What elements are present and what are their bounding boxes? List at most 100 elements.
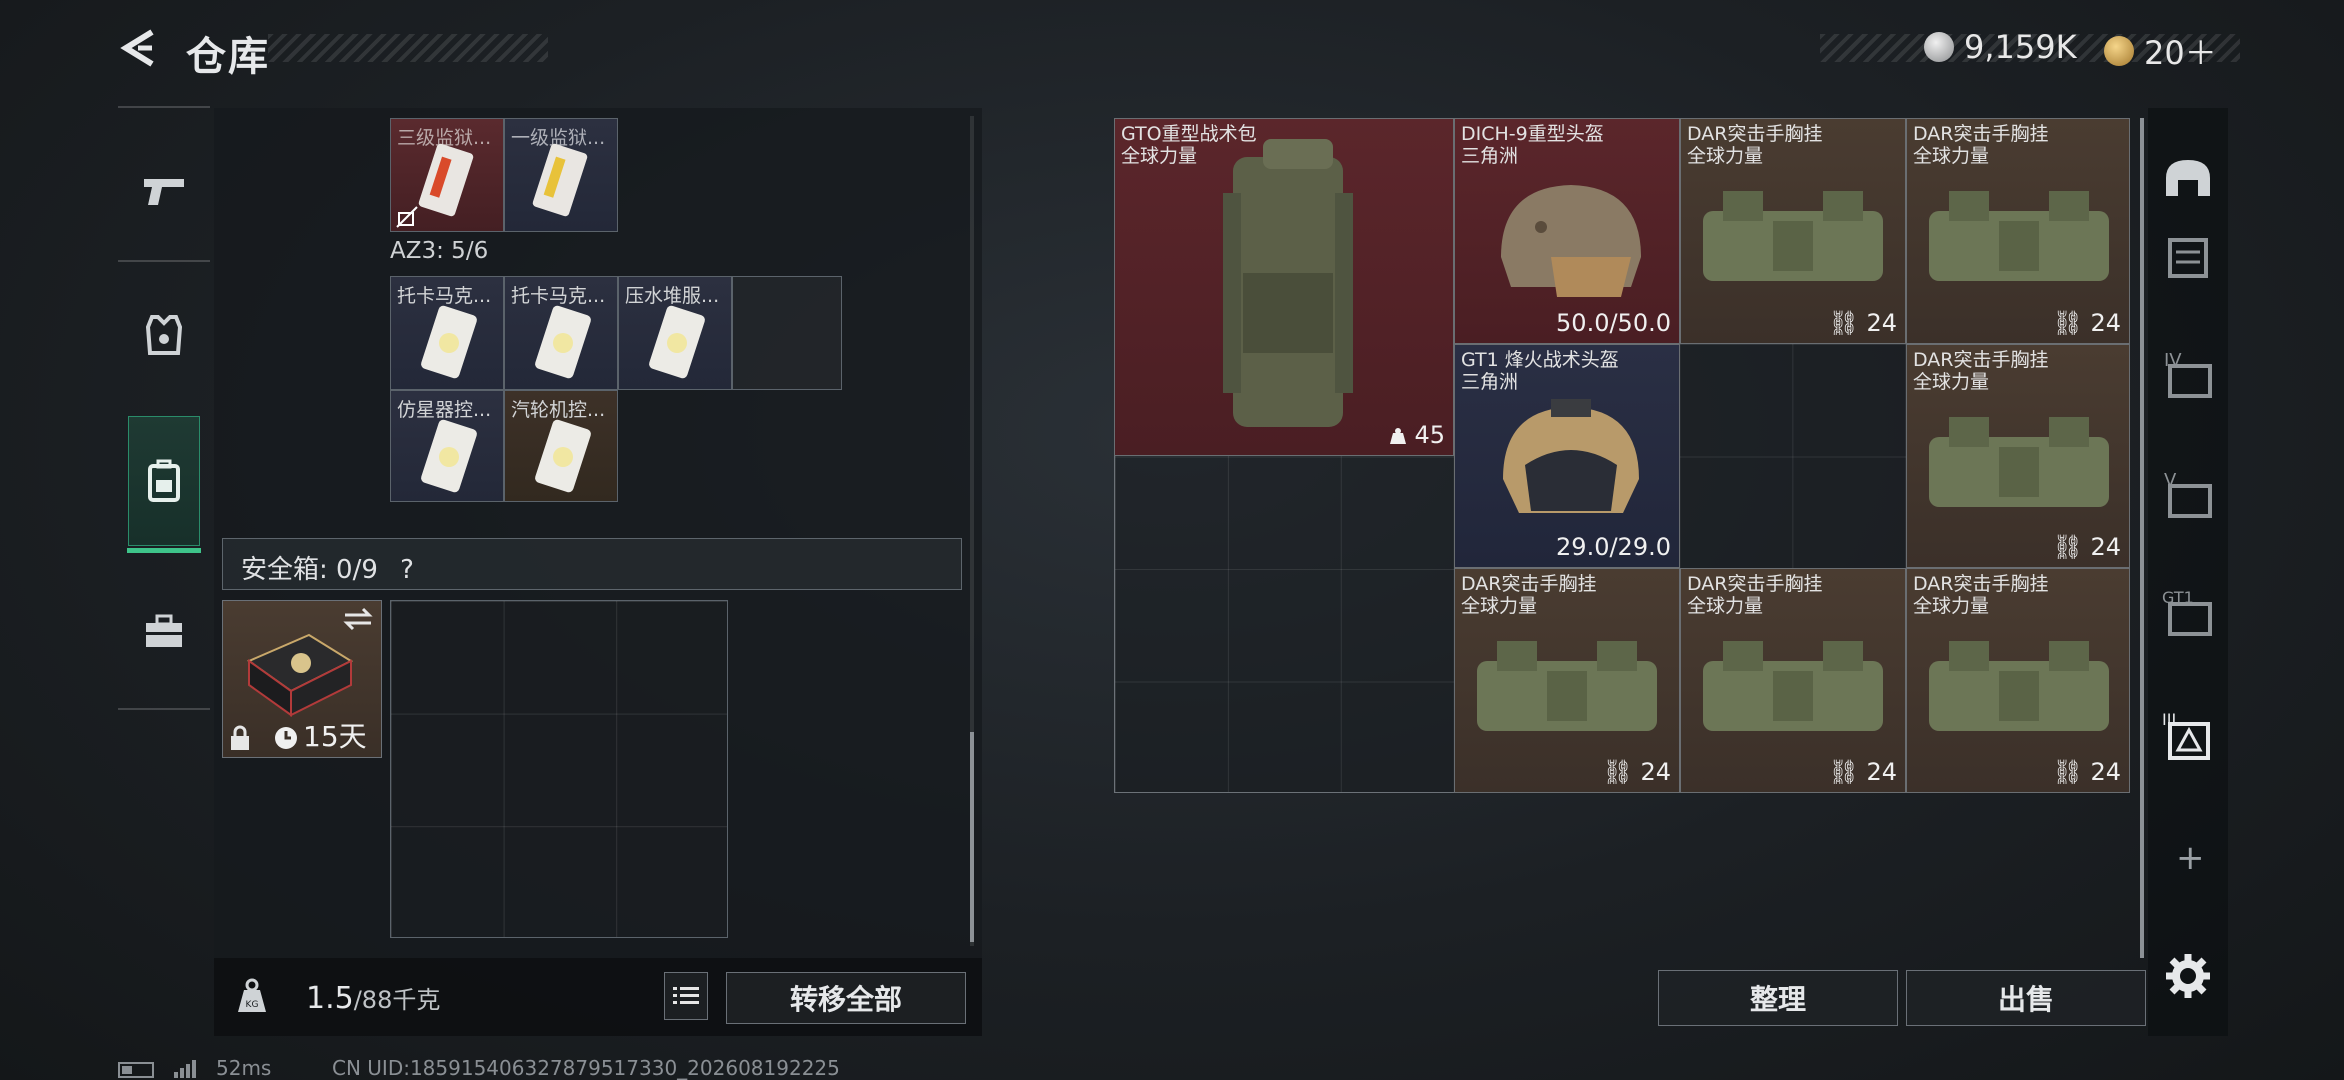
item-slot[interactable]: 汽轮机控...	[504, 390, 618, 502]
item-name: GT1 烽火战术头盔 三角洲	[1461, 349, 1619, 393]
item-capacity: 45	[1389, 421, 1445, 449]
capacity-icon: ⛓	[2052, 309, 2083, 337]
stash-tab-iii-active[interactable]: III	[2160, 710, 2216, 766]
armor-vest-icon	[145, 315, 183, 355]
svg-text:KG: KG	[246, 1000, 259, 1010]
safe-box-bar: 安全箱: 0/9 ?	[222, 538, 962, 590]
stash-item-vest[interactable]: DAR突击手胸挂 全球力量 ⛓ 24	[1680, 568, 1906, 793]
keycard-icon	[418, 143, 474, 217]
transfer-all-button[interactable]: 转移全部	[726, 972, 966, 1024]
backpack-item-icon	[1223, 139, 1353, 427]
item-name: DAR突击手胸挂 全球力量	[1461, 573, 1597, 617]
nav-divider	[118, 106, 210, 108]
safe-box-grid[interactable]	[390, 600, 728, 938]
item-name: DAR突击手胸挂 全球力量	[1687, 573, 1823, 617]
silver-coin-icon	[1924, 32, 1954, 62]
item-capacity: ⛓ 24	[2052, 758, 2121, 786]
item-capacity: ⛓ 24	[2052, 533, 2121, 561]
lock-icon	[231, 725, 249, 750]
title-decoration	[268, 34, 548, 62]
stash-item-vest[interactable]: DAR突击手胸挂 全球力量 ⛓ 24	[1906, 118, 2130, 344]
swap-icon[interactable]	[343, 607, 373, 631]
stash-item-vest[interactable]: DAR突击手胸挂 全球力量 ⛓ 24	[1906, 568, 2130, 793]
item-name: DAR突击手胸挂 全球力量	[1913, 573, 2049, 617]
helmet-item-icon	[1501, 185, 1641, 297]
item-durability: 29.0/29.0	[1556, 533, 1671, 561]
vest-item-icon	[1477, 641, 1657, 731]
item-capacity: ⛓ 24	[1828, 309, 1897, 337]
item-slot[interactable]: 托卡马克...	[504, 276, 618, 390]
capacity-icon: ⛓	[1828, 758, 1859, 786]
item-slot[interactable]: 压水堆服...	[618, 276, 732, 390]
sort-button[interactable]: 整理	[1658, 970, 1898, 1026]
weight-current: 1.5	[306, 981, 354, 1016]
currency-secondary[interactable]: 20＋	[2104, 28, 2217, 74]
pistol-icon	[144, 179, 184, 205]
vest-item-icon	[1703, 641, 1883, 731]
item-slot[interactable]: 一级监狱...	[504, 118, 618, 232]
capacity-icon: ⛓	[2052, 533, 2083, 561]
safe-box-item[interactable]: 15天	[222, 600, 382, 758]
vest-item-icon	[1929, 191, 2109, 281]
weight-max: /88千克	[353, 986, 441, 1014]
safe-box-icon	[246, 633, 354, 717]
stash-tab-gt1[interactable]: GT1	[2160, 588, 2216, 644]
help-icon[interactable]: ?	[400, 555, 414, 585]
vest-item-icon	[1929, 417, 2109, 507]
currency-secondary-value: 20＋	[2144, 34, 2217, 72]
gold-coin-icon	[2104, 36, 2134, 66]
nav-divider	[118, 260, 210, 262]
weight-readout: 1.5/88千克	[306, 980, 440, 1016]
back-icon[interactable]	[118, 26, 162, 70]
currency-primary-value: 9,159K	[1964, 28, 2077, 66]
sell-button[interactable]: 出售	[1906, 970, 2146, 1026]
capacity-icon: ⛓	[1828, 309, 1859, 337]
control-chip-icon	[421, 305, 477, 379]
item-capacity: ⛓ 24	[1828, 758, 1897, 786]
empty-slot[interactable]	[732, 276, 842, 390]
helmet-slot-icon[interactable]	[2160, 152, 2216, 208]
helmet-item-icon	[1503, 399, 1639, 513]
gear-icon[interactable]	[2160, 948, 2216, 1004]
vest-item-icon	[1929, 641, 2109, 731]
ping-readout: 52ms	[216, 1056, 272, 1080]
keycard-icon	[532, 143, 588, 217]
no-take-icon	[396, 206, 418, 228]
stash-item-vest[interactable]: DAR突击手胸挂 全球力量 ⛓ 24	[1680, 118, 1906, 344]
nav-backpack[interactable]	[127, 416, 201, 553]
stash-item-helmet[interactable]: DICH-9重型头盔 三角洲 50.0/50.0	[1454, 118, 1680, 344]
item-name: DICH-9重型头盔 三角洲	[1461, 123, 1604, 167]
nav-weapons[interactable]	[128, 146, 200, 236]
stash-scrollbar[interactable]	[2140, 118, 2144, 958]
item-name: DAR突击手胸挂 全球力量	[1913, 123, 2049, 167]
item-name: DAR突击手胸挂 全球力量	[1687, 123, 1823, 167]
item-slot[interactable]: 仿星器控...	[390, 390, 504, 502]
control-chip-icon	[421, 419, 477, 493]
add-tab-button[interactable]: +	[2176, 838, 2205, 878]
item-capacity: ⛓ 24	[1602, 758, 1671, 786]
control-chip-icon	[535, 419, 591, 493]
armor-slot-icon[interactable]	[2160, 230, 2216, 286]
item-durability: 50.0/50.0	[1556, 309, 1671, 337]
item-slot[interactable]: 托卡马克...	[390, 276, 504, 390]
backpack-scrollbar[interactable]	[970, 116, 974, 946]
safe-box-label: 安全箱: 0/9	[241, 555, 378, 585]
nav-armor[interactable]	[128, 290, 200, 380]
stash-tab-iv[interactable]: IV	[2160, 350, 2216, 406]
currency-primary: 9,159K	[1924, 28, 2077, 66]
list-view-button[interactable]	[664, 972, 708, 1020]
control-chip-icon	[535, 305, 591, 379]
stash-item-vest[interactable]: DAR突击手胸挂 全球力量 ⛓ 24	[1454, 568, 1680, 793]
weight-icon	[1389, 428, 1406, 444]
battery-signal-icon	[118, 1060, 196, 1078]
weight-icon: KG	[238, 978, 266, 1012]
stash-item-backpack[interactable]: GTO重型战术包 全球力量 45	[1114, 118, 1454, 456]
stash-item-vest[interactable]: DAR突击手胸挂 全球力量 ⛓ 24	[1906, 344, 2130, 568]
stash-item-helmet[interactable]: GT1 烽火战术头盔 三角洲 29.0/29.0	[1454, 344, 1680, 568]
nav-divider	[118, 708, 210, 710]
safe-box-duration: 15天	[303, 720, 367, 753]
nav-toolbox[interactable]	[128, 586, 200, 676]
stash-tab-v[interactable]: V	[2160, 470, 2216, 526]
item-slot[interactable]: 三级监狱...	[390, 118, 504, 232]
control-chip-icon	[649, 305, 705, 379]
